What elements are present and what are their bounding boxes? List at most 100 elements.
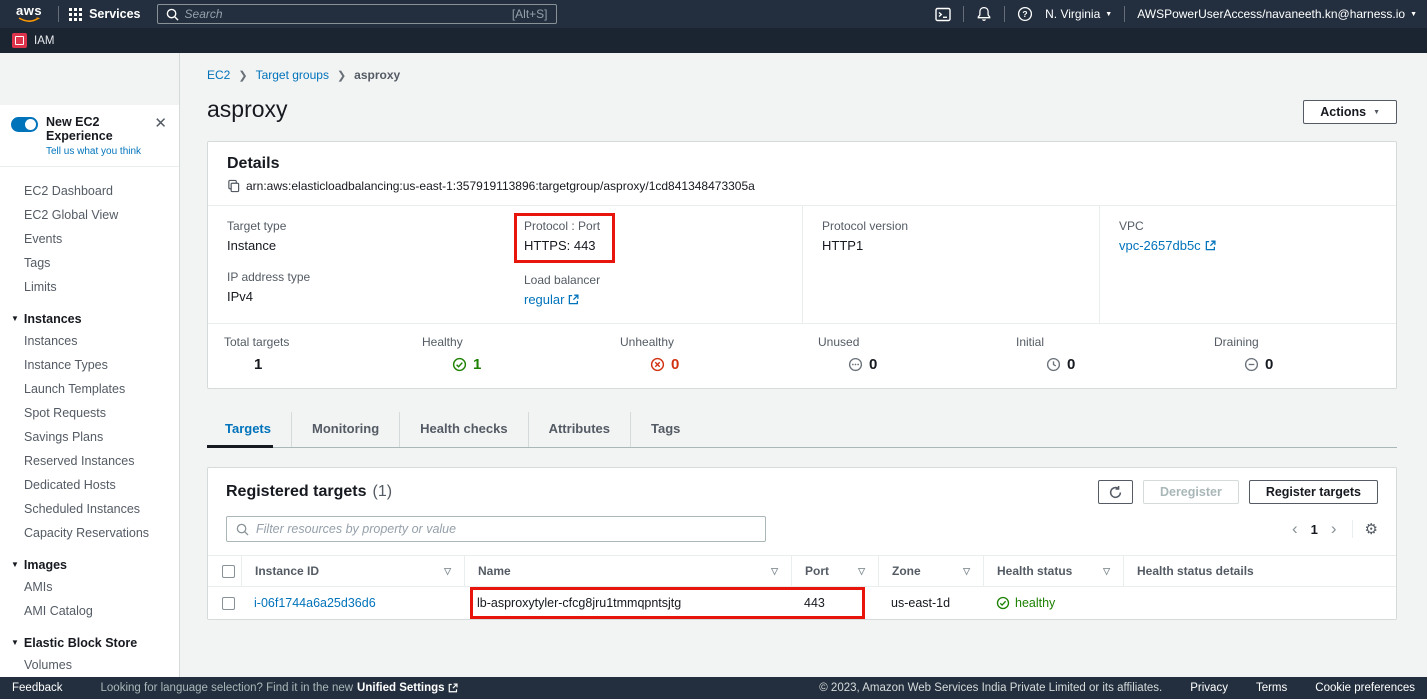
x-circle-icon [650,357,665,372]
cloudshell-button[interactable] [935,7,951,22]
sidebar-item-volumes[interactable]: Volumes [0,653,179,677]
topbar-divider [58,6,59,22]
favorites-bar: IAM [0,28,1427,53]
protocol-port-annotation-highlight: Protocol : Port HTTPS: 443 [514,213,615,263]
breadcrumb: EC2 ❯ Target groups ❯ asproxy [207,68,1397,82]
instance-id-link[interactable]: i-06f1744a6a25d36d6 [254,596,376,610]
refresh-button[interactable] [1098,480,1133,504]
column-header-zone[interactable]: Zone▽ [878,556,983,586]
global-search[interactable]: [Alt+S] [157,4,557,24]
details-panel: Details arn:aws:elasticloadbalancing:us-… [207,141,1397,389]
actions-button[interactable]: Actions ▼ [1303,100,1397,124]
tab-monitoring[interactable]: Monitoring [291,412,399,447]
cookie-preferences-link[interactable]: Cookie preferences [1315,682,1415,694]
register-targets-button[interactable]: Register targets [1249,480,1378,504]
table-settings-gear-icon[interactable]: ⚙ [1365,520,1378,538]
sidebar-item-limits[interactable]: Limits [0,275,179,299]
copy-icon[interactable] [227,179,240,193]
sidebar-item-amis[interactable]: AMIs [0,575,179,599]
sidebar-nav: EC2 Dashboard EC2 Global View Events Tag… [0,167,179,677]
sidebar-item-savings-plans[interactable]: Savings Plans [0,425,179,449]
services-label: Services [89,7,140,21]
search-input[interactable] [185,7,506,21]
cell-instance-id: i-06f1744a6a25d36d6 [241,587,464,619]
close-icon[interactable]: ✕ [152,115,169,133]
stat-healthy: Healthy 1 [406,335,604,373]
sidebar-section-instances[interactable]: ▼ Instances [0,312,179,326]
services-menu[interactable]: Services [69,7,140,21]
sidebar-item-launch-templates[interactable]: Launch Templates [0,377,179,401]
copyright-text: © 2023, Amazon Web Services India Privat… [819,682,1162,694]
sidebar-item-ec2-global-view[interactable]: EC2 Global View [0,203,179,227]
details-column-3: Protocol version HTTP1 [802,206,1099,323]
new-experience-feedback-link[interactable]: Tell us what you think [46,146,144,157]
targets-table-header: Instance ID▽ Name▽ Port▽ Zone▽ Health st… [208,555,1396,587]
sidebar-item-reserved-instances[interactable]: Reserved Instances [0,449,179,473]
registered-targets-panel: Registered targets (1) Deregister Regist… [207,467,1397,620]
target-type-value: Instance [227,238,486,253]
chevron-right-icon: ❯ [238,69,247,82]
sidebar-item-tags[interactable]: Tags [0,251,179,275]
breadcrumb-ec2[interactable]: EC2 [207,68,230,82]
targets-filter[interactable] [226,516,766,542]
refresh-icon [1108,485,1123,500]
column-header-port[interactable]: Port▽ [791,556,878,586]
language-selection-text: Looking for language selection? Find it … [101,682,354,694]
tab-attributes[interactable]: Attributes [528,412,630,447]
external-link-icon [448,683,458,693]
external-link-icon [1205,240,1216,251]
column-header-instance-id[interactable]: Instance ID▽ [241,556,464,586]
load-balancer-link[interactable]: regular [524,292,579,307]
sidebar-item-dedicated-hosts[interactable]: Dedicated Hosts [0,473,179,497]
clock-circle-icon [1046,357,1061,372]
sidebar-item-spot-requests[interactable]: Spot Requests [0,401,179,425]
previous-page-icon[interactable]: ‹ [1289,522,1301,536]
sidebar-section-elastic-block-store[interactable]: ▼ Elastic Block Store [0,636,179,650]
sidebar-item-ec2-dashboard[interactable]: EC2 Dashboard [0,179,179,203]
check-circle-icon [996,596,1010,610]
page-title: asproxy [207,96,288,123]
column-header-health-status[interactable]: Health status▽ [983,556,1123,586]
privacy-link[interactable]: Privacy [1190,682,1228,694]
search-icon [166,8,179,21]
tab-targets[interactable]: Targets [207,412,291,447]
tab-tags[interactable]: Tags [630,412,700,447]
sidebar-item-capacity-reservations[interactable]: Capacity Reservations [0,521,179,545]
terms-link[interactable]: Terms [1256,682,1287,694]
sidebar-item-ami-catalog[interactable]: AMI Catalog [0,599,179,623]
help-button[interactable]: ? [1017,6,1033,22]
targets-filter-input[interactable] [256,522,756,536]
feedback-link[interactable]: Feedback [12,682,63,694]
current-page-number[interactable]: 1 [1311,522,1318,537]
next-page-icon[interactable]: › [1328,522,1340,536]
column-header-health-status-details[interactable]: Health status details [1123,556,1396,586]
region-selector[interactable]: N. Virginia ▼ [1045,7,1112,21]
new-experience-toggle[interactable] [11,117,38,132]
sidebar-section-images[interactable]: ▼ Images [0,558,179,572]
sidebar-item-instance-types[interactable]: Instance Types [0,353,179,377]
stat-value: 0 [1067,356,1075,373]
help-icon: ? [1017,6,1033,22]
favorite-iam[interactable]: IAM [34,35,54,47]
select-all-checkbox[interactable] [222,565,235,578]
account-menu[interactable]: AWSPowerUserAccess/navaneeth.kn@harness.… [1137,7,1417,21]
stat-value: 1 [254,356,262,373]
aws-logo[interactable]: aws [10,5,48,23]
health-status-text: healthy [1015,596,1055,610]
sidebar-item-instances[interactable]: Instances [0,329,179,353]
tab-health-checks[interactable]: Health checks [399,412,527,447]
sidebar-item-scheduled-instances[interactable]: Scheduled Instances [0,497,179,521]
sidebar-item-events[interactable]: Events [0,227,179,251]
column-header-name[interactable]: Name▽ [464,556,791,586]
cell-health-status-details [1123,587,1396,619]
unified-settings-link[interactable]: Unified Settings [357,682,458,694]
deregister-button[interactable]: Deregister [1143,480,1239,504]
target-group-arn: arn:aws:elasticloadbalancing:us-east-1:3… [246,179,755,193]
notifications-button[interactable] [976,6,992,22]
column-label: Name [478,564,511,578]
breadcrumb-target-groups[interactable]: Target groups [256,68,329,82]
search-icon [236,523,249,536]
vpc-link[interactable]: vpc-2657db5c [1119,238,1216,253]
ellipsis-circle-icon [848,357,863,372]
row-checkbox[interactable] [222,597,235,610]
